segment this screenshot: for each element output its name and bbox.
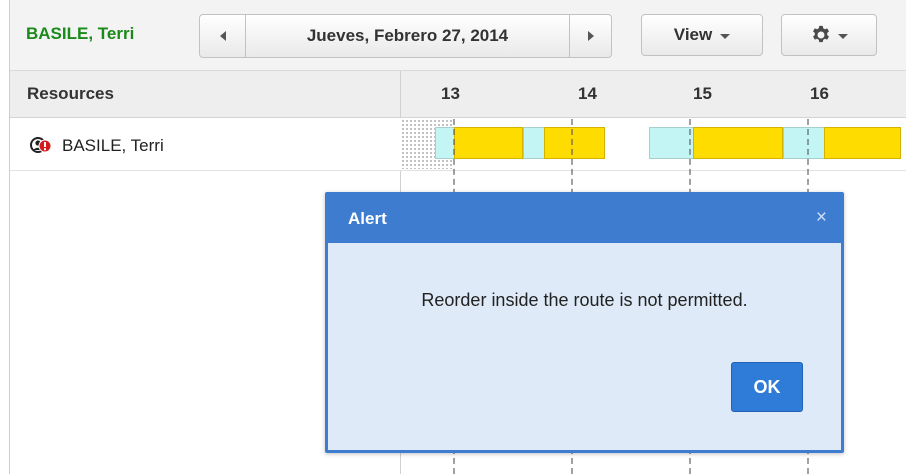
- alert-dialog: Alert × Reorder inside the route is not …: [325, 192, 844, 453]
- dialog-message: Reorder inside the route is not permitte…: [421, 290, 748, 310]
- route-segment-task[interactable]: [693, 127, 783, 159]
- previous-day-button[interactable]: [200, 15, 246, 57]
- settings-menu-button[interactable]: [781, 14, 877, 56]
- route-segment-task[interactable]: [824, 127, 901, 159]
- hour-tick-label: 15: [693, 84, 712, 103]
- timeline-header: Resources 13 14 15 16: [10, 71, 906, 118]
- view-menu-button[interactable]: View: [641, 14, 763, 56]
- current-date-button[interactable]: Jueves, Febrero 27, 2014: [246, 15, 569, 57]
- gear-icon: [813, 25, 829, 43]
- route-segment-travel[interactable]: [435, 127, 455, 159]
- chevron-right-icon: [587, 31, 594, 41]
- resource-name: BASILE, Terri: [62, 136, 164, 155]
- caret-down-icon: [720, 33, 731, 39]
- hour-tick-label: 16: [810, 84, 829, 103]
- resources-column-title: Resources: [27, 84, 114, 103]
- chevron-left-icon: [219, 31, 226, 41]
- dialog-title: Alert: [348, 209, 387, 228]
- current-user-name[interactable]: BASILE, Terri: [26, 24, 134, 44]
- view-button-label: View: [673, 25, 713, 44]
- close-icon[interactable]: ×: [816, 207, 827, 229]
- route-segment-travel[interactable]: [649, 127, 694, 159]
- hour-tick-label: 14: [578, 84, 597, 103]
- route-segment-task[interactable]: [454, 127, 523, 159]
- dialog-header: Alert ×: [328, 195, 841, 243]
- date-navigator: Jueves, Febrero 27, 2014: [199, 14, 612, 58]
- caret-down-icon: [838, 33, 848, 39]
- hour-tick-label: 13: [441, 84, 460, 103]
- route-segment-travel[interactable]: [783, 127, 825, 159]
- route-segment-travel[interactable]: [523, 127, 545, 159]
- alert-person-icon: [30, 137, 52, 153]
- route-segment-task[interactable]: [544, 127, 605, 159]
- ok-button[interactable]: OK: [731, 362, 803, 412]
- next-day-button[interactable]: [569, 15, 611, 57]
